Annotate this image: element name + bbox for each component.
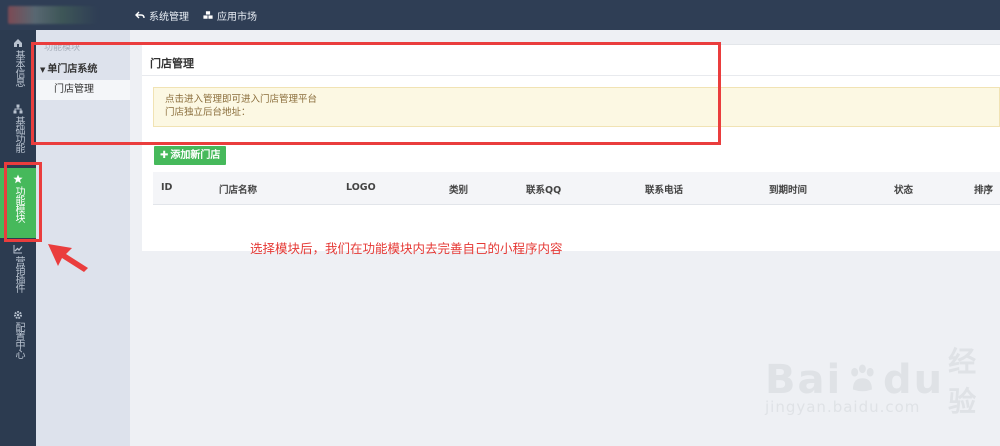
sitemap-icon [13,104,23,114]
baidu-watermark: Bai du 经验 jingyan.baidu.com [765,340,1000,420]
top-bar: 系统管理 应用市场 [0,0,1000,30]
column-header-store-name: 门店名称 [219,185,258,196]
highlight-box-panel [31,42,721,145]
home-icon [14,39,22,47]
paw-icon [851,364,874,392]
topnav-system-management[interactable]: 系统管理 [135,8,189,23]
column-header-qq: 联系QQ [526,185,562,196]
column-header-id: ID [161,182,173,193]
leftnav-basic-functions-label: 基础功能 [13,116,24,152]
leftnav-marketing-plugins[interactable]: 营销插件 [0,244,36,300]
leftnav-basic-info-label: 基本信息 [13,50,24,86]
column-header-category: 类别 [449,185,469,196]
highlight-box-leftnav [4,162,42,242]
chart-line-icon [13,245,23,254]
watermark-brand-bai: Bai [765,357,843,403]
leftnav-config-center[interactable]: 配置中心 [0,310,36,366]
annotation-text: 选择模块后，我们在功能模块内去完善自己的小程序内容 [250,241,563,256]
store-table-header: ID 门店名称 LOGO 类别 联系QQ 联系电话 到期时间 状态 排序 [153,172,1000,205]
column-header-logo: LOGO [346,182,376,193]
leftnav-config-center-label: 配置中心 [13,322,24,358]
logo [8,6,98,24]
leftnav-marketing-plugins-label: 营销插件 [13,256,24,292]
add-store-button-label: 添加新门店 [170,150,221,161]
watermark-brand-du: du [883,357,945,403]
add-store-button[interactable]: ✚ 添加新门店 [154,146,227,165]
cubes-icon [203,11,213,19]
plus-icon: ✚ [160,150,169,161]
watermark-url: jingyan.baidu.com [765,398,921,416]
gear-icon [14,311,22,319]
back-arrow-icon [135,11,145,19]
topnav-app-market[interactable]: 应用市场 [203,8,257,23]
column-header-status: 状态 [894,185,914,196]
column-header-expiry: 到期时间 [769,185,808,196]
topnav-app-market-label: 应用市场 [217,11,257,23]
topnav-system-management-label: 系统管理 [149,11,189,23]
column-header-sort: 排序 [974,185,994,196]
top-nav: 系统管理 应用市场 [135,0,257,30]
watermark-suffix: 经验 [948,345,979,418]
column-header-phone: 联系电话 [645,185,684,196]
